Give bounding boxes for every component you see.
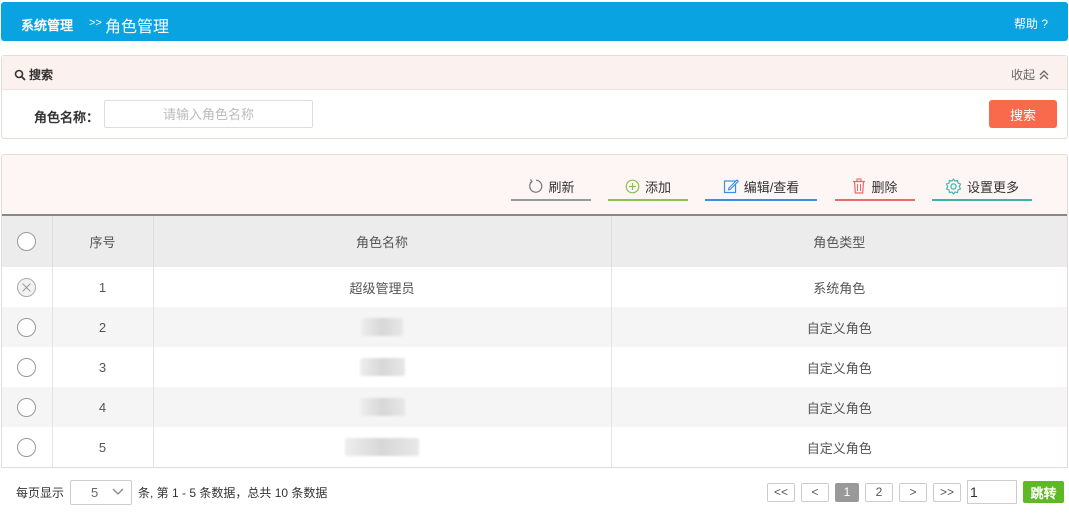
row-role-type: 自定义角色 [611,387,1067,427]
add-label: 添加 [644,179,671,195]
table-row[interactable]: 5 自定义角色 [2,427,1067,467]
row-index: 3 [52,347,154,387]
row-role-name: 超级管理员 [153,267,612,307]
page-button-2[interactable]: 2 [864,482,893,502]
redacted-name [361,318,403,336]
next-page-button[interactable]: > [898,482,927,502]
collapse-label: 收起 [1010,68,1035,82]
pager-summary-text: 条, 第 1 - 5 条数据，总共 10 条数据 [138,486,328,500]
row-index: 1 [52,267,154,307]
edit-view-button[interactable]: 编辑/查看 [705,177,817,201]
column-header-role-type: 角色类型 [611,216,1067,267]
search-panel-header: 搜索 收起 [2,56,1067,90]
row-radio[interactable] [17,397,37,417]
row-radio[interactable] [17,317,37,337]
breadcrumb-separator: >> [89,17,102,29]
table-row[interactable]: 4 自定义角色 [2,387,1067,427]
row-radio-disabled [17,277,37,297]
refresh-button[interactable]: 刷新 [511,177,591,201]
role-table: 序号 角色名称 角色类型 1 超级管理员 系统角色 2 自定义角色 3 自定义角… [2,216,1067,467]
role-name-input[interactable] [104,100,313,128]
table-row[interactable]: 2 自定义角色 [2,307,1067,347]
page-size-value: 5 [91,485,99,500]
row-role-type: 自定义角色 [611,307,1067,347]
redacted-name [359,398,405,416]
table-row[interactable]: 1 超级管理员 系统角色 [2,267,1067,307]
search-panel: 搜索 收起 角色名称： 搜索 [1,55,1068,139]
select-all-radio[interactable] [17,232,37,251]
edit-view-label: 编辑/查看 [743,179,800,195]
row-index: 4 [52,387,154,427]
column-header-role-name: 角色名称 [153,216,612,267]
redacted-name [359,358,405,376]
help-link[interactable]: 帮助 ? [1014,15,1048,32]
first-page-button[interactable]: << [766,482,795,502]
jump-button[interactable]: 跳转 [1023,481,1064,503]
select-all-cell[interactable] [2,216,53,267]
plus-circle-icon [625,179,640,193]
delete-button[interactable]: 删除 [835,177,915,201]
search-panel-title: 搜索 [14,66,53,83]
page-header: 系统管理 >> 角色管理 帮助 ? [1,2,1068,41]
row-role-name [153,427,612,467]
row-select-cell[interactable] [2,307,53,347]
gear-icon [945,177,962,195]
row-radio[interactable] [17,357,37,377]
pager-summary: 每页显示 5 条, 第 1 - 5 条数据，总共 10 条数据 [16,480,327,505]
search-panel-title-text: 搜索 [29,68,54,82]
table-header-row: 序号 角色名称 角色类型 [2,216,1067,267]
row-role-type: 系统角色 [611,267,1067,307]
search-button[interactable]: 搜索 [989,100,1057,128]
redacted-name [345,438,419,456]
more-settings-button[interactable]: 设置更多 [932,177,1032,201]
row-role-name [153,347,612,387]
breadcrumb-root[interactable]: 系统管理 [21,15,73,34]
double-chevron-up-icon [1039,69,1049,79]
row-role-name [153,387,612,427]
row-role-name [153,307,612,347]
row-select-cell [2,267,53,307]
table-row[interactable]: 3 自定义角色 [2,347,1067,387]
per-page-label: 每页显示 [16,486,65,500]
add-button[interactable]: 添加 [608,177,688,201]
row-role-type: 自定义角色 [611,347,1067,387]
row-select-cell[interactable] [2,347,53,387]
row-index: 5 [52,427,154,467]
collapse-toggle[interactable]: 收起 [1011,66,1049,83]
delete-label: 删除 [871,179,898,195]
search-icon [14,69,26,81]
prev-page-button[interactable]: < [800,482,829,502]
pagination: << < 1 2 > >> 跳转 [766,480,1064,504]
role-name-label: 角色名称： [34,110,100,125]
jump-page-input[interactable] [967,480,1017,504]
page-size-select[interactable]: 5 [70,480,133,505]
column-header-index: 序号 [52,216,154,267]
last-page-button[interactable]: >> [932,482,961,502]
chevron-down-icon [112,488,124,495]
row-index: 2 [52,307,154,347]
refresh-icon [529,179,543,193]
row-select-cell[interactable] [2,427,53,467]
edit-icon [723,179,739,194]
row-radio[interactable] [17,437,37,457]
page-button-1[interactable]: 1 [834,482,859,502]
row-select-cell[interactable] [2,387,53,427]
trash-icon [853,178,866,194]
refresh-label: 刷新 [548,179,575,195]
row-role-type: 自定义角色 [611,427,1067,467]
table-toolbar: 刷新 添加 编辑/查看 删除 设置更多 [2,155,1067,216]
breadcrumb-current: 角色管理 [105,19,170,36]
role-table-panel: 刷新 添加 编辑/查看 删除 设置更多 序号 角色名称 角色类型 1 超级管理员… [1,154,1068,468]
more-settings-label: 设置更多 [966,179,1019,195]
